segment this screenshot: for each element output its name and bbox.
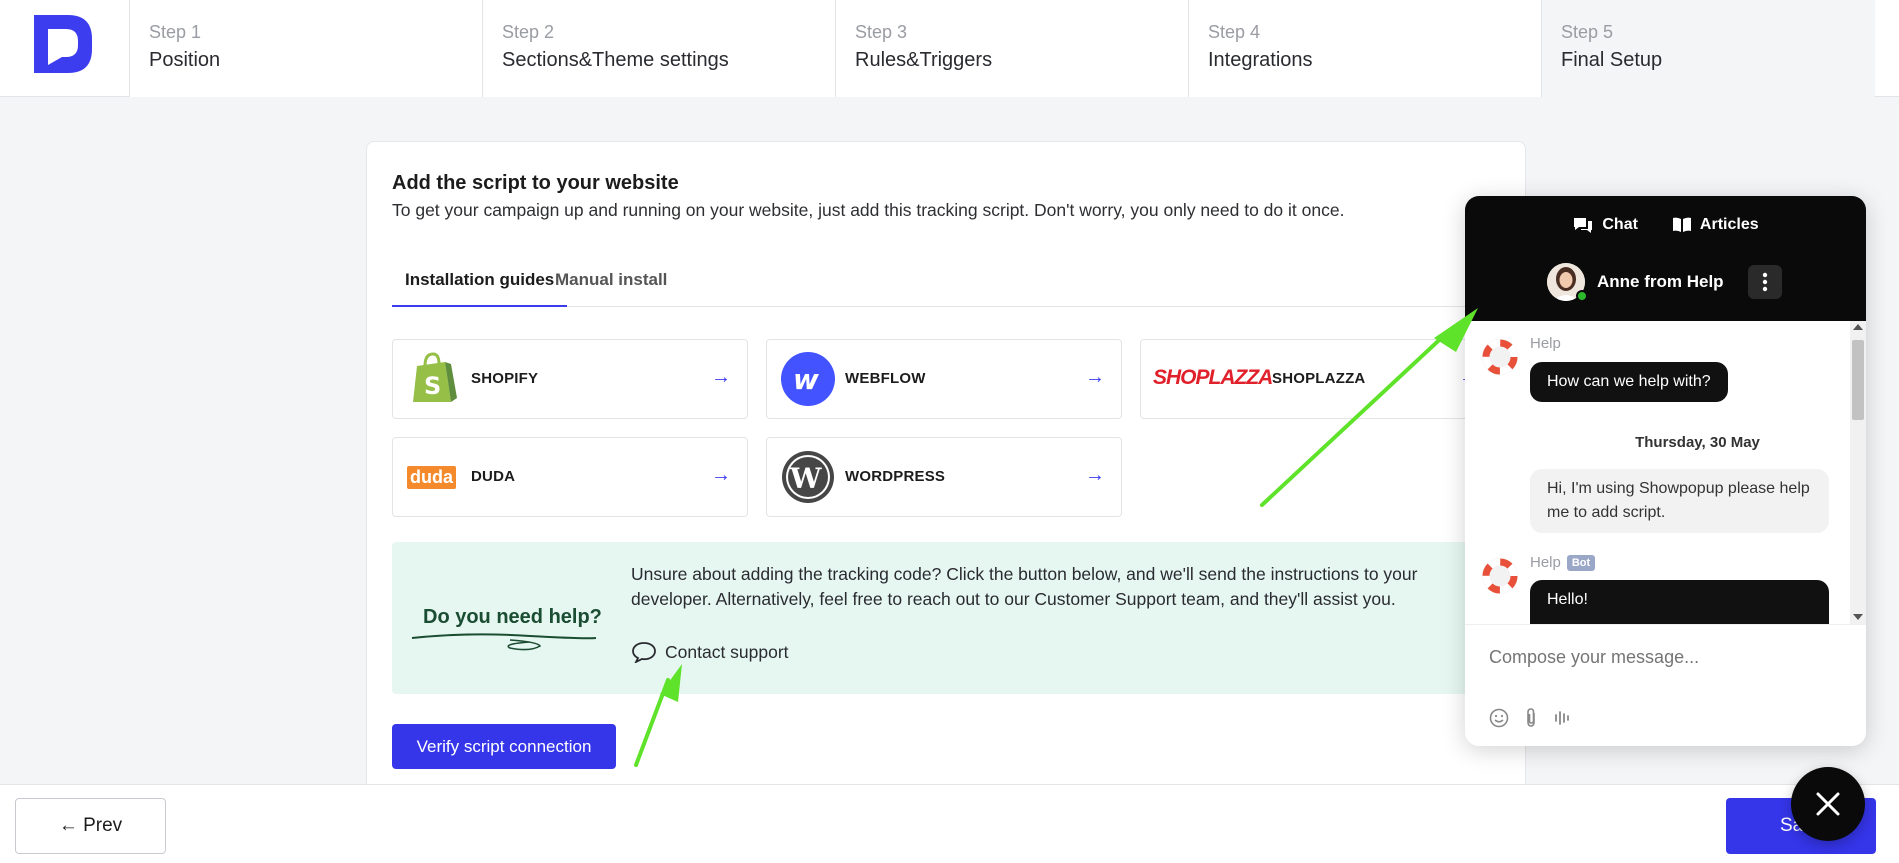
chat-tabs: Chat Articles — [1465, 216, 1866, 234]
user-message: Hi, I'm using Showpopup please help me t… — [1530, 469, 1829, 533]
footer-bar: ← Prev Save — [0, 784, 1899, 863]
step-3[interactable]: Step 3 Rules&Triggers — [836, 0, 1189, 97]
step-4[interactable]: Step 4 Integrations — [1189, 0, 1542, 97]
message-sender: Help Bot — [1530, 554, 1596, 571]
scribble-underline-icon — [411, 633, 597, 651]
tab-installation-guides[interactable]: Installation guides — [392, 260, 568, 307]
verify-script-button[interactable]: Verify script connection — [392, 724, 616, 769]
online-status-dot — [1576, 290, 1588, 302]
step-name: Position — [149, 49, 221, 71]
platform-duda[interactable]: duda DUDA → — [392, 437, 748, 517]
step-name: Sections&Theme settings — [502, 49, 729, 71]
contact-support-label: Contact support — [665, 641, 789, 662]
card-subtitle: To get your campaign up and running on y… — [392, 200, 1345, 220]
scroll-down-icon[interactable] — [1853, 614, 1863, 620]
chat-scrollbar[interactable] — [1850, 321, 1866, 624]
vertical-dots-icon — [1762, 272, 1768, 292]
svg-text:W: W — [789, 462, 822, 495]
agent-message: How can we help with? — [1530, 362, 1728, 402]
card-title: Add the script to your website — [392, 172, 679, 194]
arrow-right-icon: → — [1085, 464, 1105, 486]
step-5[interactable]: Step 5 Final Setup — [1542, 0, 1875, 97]
platform-label: DUDA — [471, 468, 516, 485]
duda-logo: duda — [407, 466, 456, 489]
arrow-right-icon: → — [711, 366, 731, 388]
articles-tab-label: Articles — [1699, 216, 1759, 233]
compose-tools — [1489, 707, 1573, 729]
platform-label: WORDPRESS — [845, 468, 946, 485]
tab-manual-install[interactable]: Manual install — [542, 260, 680, 307]
platform-label: SHOPLAZZA — [1272, 370, 1366, 387]
audio-waveform-icon[interactable] — [1553, 708, 1573, 728]
logo-cell — [0, 0, 130, 97]
platform-wordpress[interactable]: W WORDPRESS → — [766, 437, 1122, 517]
paperclip-icon[interactable] — [1523, 707, 1539, 729]
platform-webflow[interactable]: w WEBFLOW → — [766, 339, 1122, 419]
steps-bar: Step 1 Position Step 2 Sections&Theme se… — [0, 0, 1899, 97]
chat-bubbles-icon — [1574, 218, 1593, 233]
lifebuoy-icon — [1482, 558, 1518, 594]
install-tabs: Installation guides Manual install — [392, 260, 1502, 307]
scroll-up-icon[interactable] — [1853, 324, 1863, 330]
prev-button[interactable]: ← Prev — [15, 798, 166, 854]
platform-label: SHOPIFY — [471, 370, 539, 387]
step-name: Final Setup — [1561, 49, 1663, 71]
agent-name: Anne from Help — [1597, 272, 1724, 291]
platform-label: WEBFLOW — [845, 370, 926, 387]
chat-tab[interactable]: Chat — [1572, 216, 1638, 234]
articles-tab[interactable]: Articles — [1672, 216, 1759, 234]
help-box: Do you need help? Unsure about adding th… — [392, 542, 1502, 694]
chat-messages[interactable]: Help How can we help with? Thursday, 30 … — [1465, 321, 1866, 640]
step-number: Step 1 — [149, 22, 202, 42]
emoji-icon[interactable] — [1489, 708, 1509, 728]
platform-shoplazza[interactable]: SHOPLAZZA SHOPLAZZA → — [1140, 339, 1496, 419]
help-title: Do you need help? — [423, 606, 602, 628]
help-text: Unsure about adding the tracking code? C… — [631, 564, 1418, 609]
svg-text:S: S — [424, 372, 441, 400]
lifebuoy-icon — [1482, 339, 1518, 375]
shoplazza-logo: SHOPLAZZA — [1153, 366, 1273, 389]
chat-widget: Chat Articles Anne from Help Help How ca… — [1465, 196, 1866, 746]
webflow-icon: w — [781, 352, 835, 406]
app-logo — [34, 15, 92, 73]
close-chat-button[interactable] — [1791, 767, 1865, 841]
step-number: Step 4 — [1208, 22, 1261, 42]
step-number: Step 2 — [502, 22, 555, 42]
message-sender: Help — [1530, 335, 1561, 352]
bot-badge: Bot — [1566, 554, 1596, 571]
step-name: Rules&Triggers — [855, 49, 993, 71]
agent-info: Anne from Help — [1547, 263, 1724, 301]
close-icon — [1816, 792, 1840, 816]
more-options-button[interactable] — [1748, 265, 1782, 299]
sender-name: Help — [1530, 554, 1561, 571]
chat-compose — [1465, 624, 1866, 746]
step-1[interactable]: Step 1 Position — [130, 0, 483, 97]
step-number: Step 3 — [855, 22, 908, 42]
contact-support-link[interactable]: Contact support — [631, 641, 789, 663]
step-2[interactable]: Step 2 Sections&Theme settings — [483, 0, 836, 97]
date-separator: Thursday, 30 May — [1635, 434, 1760, 451]
chat-tab-label: Chat — [1602, 216, 1638, 233]
shopify-icon: S — [413, 352, 457, 402]
book-icon — [1672, 217, 1691, 232]
speech-bubble-icon — [632, 642, 656, 663]
script-install-card: Add the script to your website To get yo… — [366, 141, 1526, 801]
platform-shopify[interactable]: S SHOPIFY → — [392, 339, 748, 419]
step-name: Integrations — [1208, 49, 1313, 71]
step-number: Step 5 — [1561, 22, 1614, 42]
arrow-right-icon: → — [1085, 366, 1105, 388]
message-input[interactable] — [1489, 647, 1829, 668]
svg-text:w: w — [793, 363, 819, 396]
arrow-right-icon: → — [711, 464, 731, 486]
chat-header: Chat Articles Anne from Help — [1465, 196, 1866, 321]
wordpress-icon: W — [782, 451, 834, 503]
scroll-thumb[interactable] — [1852, 340, 1864, 420]
